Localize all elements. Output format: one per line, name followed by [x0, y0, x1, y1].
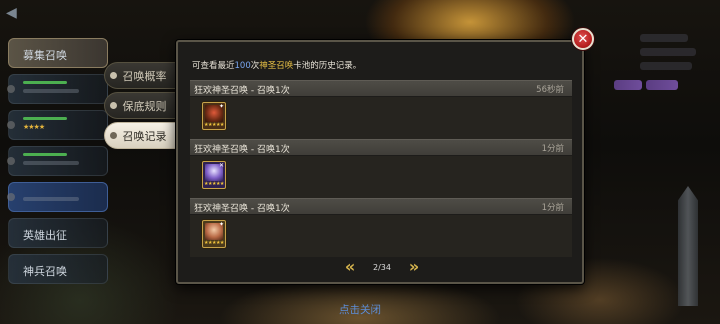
card-stars: ★★★★★ — [204, 122, 224, 128]
record-body: ✦ ★★★★★ — [190, 215, 572, 257]
tab-summon-history[interactable]: 召唤记录 — [104, 122, 180, 149]
background-menu-item — [7, 74, 108, 104]
record-body: ✕ ★★★★★ — [190, 156, 572, 198]
progress-bar — [23, 153, 67, 156]
record-time: 56秒前 — [536, 85, 564, 95]
double-chevron-right-icon[interactable]: » — [406, 259, 422, 276]
background-right-bar — [640, 48, 696, 56]
progress-bar — [23, 117, 67, 120]
header-pool-name: 神圣召唤 — [259, 61, 294, 71]
double-chevron-left-icon[interactable]: « — [342, 259, 358, 276]
tab-label: 召唤记录 — [122, 129, 167, 143]
pagination: « 2/34 » — [342, 259, 422, 276]
record-time: 1分前 — [541, 203, 564, 213]
progress-bar — [23, 81, 67, 84]
background-menu-label: 募集召唤 — [23, 49, 67, 62]
tab-bullet-icon — [110, 72, 117, 79]
element-icon: ✕ — [218, 162, 224, 169]
background-menu-label: 英雄出征 — [23, 229, 67, 242]
card-stars: ★★★★★ — [204, 181, 224, 187]
record-title: 狂欢神圣召唤 - 召唤1次 — [194, 145, 290, 155]
tap-to-close-text[interactable]: 点击关闭 — [300, 302, 420, 317]
tab-bullet-icon — [110, 132, 117, 139]
record-title: 狂欢神圣召唤 - 召唤1次 — [194, 204, 290, 214]
background-right-bar — [640, 62, 692, 70]
record-header: 狂欢神圣召唤 - 召唤1次 1分前 — [190, 139, 572, 155]
background-menu-item: 英雄出征 — [8, 218, 108, 248]
background-tower — [678, 186, 698, 306]
header-text: 卡池的历史记录。 — [293, 61, 362, 71]
background-right-tag — [614, 80, 642, 90]
background-menu-item — [7, 182, 108, 212]
panel-description: 可查看最近100次神圣召唤卡池的历史记录。 — [192, 59, 361, 71]
header-text: 次 — [250, 61, 260, 71]
summon-history-panel: 可查看最近100次神圣召唤卡池的历史记录。 狂欢神圣召唤 - 召唤1次 56秒前… — [176, 40, 584, 284]
tab-label: 保底规则 — [122, 99, 167, 113]
back-arrow-icon[interactable]: ◀ — [6, 4, 24, 22]
background-menu-item: 神兵召唤 — [8, 254, 108, 284]
tab-summon-probability[interactable]: 召唤概率 — [104, 62, 180, 89]
background-menu-item: 募集召唤 — [8, 38, 108, 68]
menu-subtext — [23, 161, 79, 165]
header-text: 可查看最近 — [192, 61, 235, 71]
tab-pity-rules[interactable]: 保底规则 — [104, 92, 180, 119]
menu-subtext — [23, 197, 79, 201]
menu-subtext — [23, 89, 79, 93]
tab-bullet-icon — [110, 102, 117, 109]
page-indicator: 2/34 — [373, 263, 391, 272]
record-header: 狂欢神圣召唤 - 召唤1次 1分前 — [190, 198, 572, 214]
background-menu-item: ★★★★ — [7, 110, 108, 140]
element-icon: ✦ — [218, 103, 224, 110]
menu-dot-icon — [7, 85, 15, 93]
background-menu-label: 神兵召唤 — [23, 265, 67, 278]
header-count: 100 — [234, 61, 251, 71]
background-right-bar — [640, 34, 688, 42]
hero-card[interactable]: ✕ ★★★★★ — [202, 161, 226, 189]
close-button[interactable]: ✕ — [572, 28, 594, 50]
menu-stars: ★★★★ — [23, 123, 45, 131]
element-icon: ✦ — [218, 221, 224, 228]
tab-label: 召唤概率 — [122, 69, 167, 83]
menu-dot-icon — [7, 121, 15, 129]
record-body: ✦ ★★★★★ — [190, 97, 572, 139]
record-header: 狂欢神圣召唤 - 召唤1次 56秒前 — [190, 80, 572, 96]
close-icon: ✕ — [577, 31, 589, 47]
menu-dot-icon — [7, 157, 15, 165]
menu-dot-icon — [7, 193, 15, 201]
hero-card[interactable]: ✦ ★★★★★ — [202, 102, 226, 130]
hero-card[interactable]: ✦ ★★★★★ — [202, 220, 226, 248]
background-menu-item — [7, 146, 108, 176]
card-stars: ★★★★★ — [204, 240, 224, 246]
background-right-tag — [646, 80, 678, 90]
record-time: 1分前 — [541, 144, 564, 154]
record-title: 狂欢神圣召唤 - 召唤1次 — [194, 86, 290, 96]
